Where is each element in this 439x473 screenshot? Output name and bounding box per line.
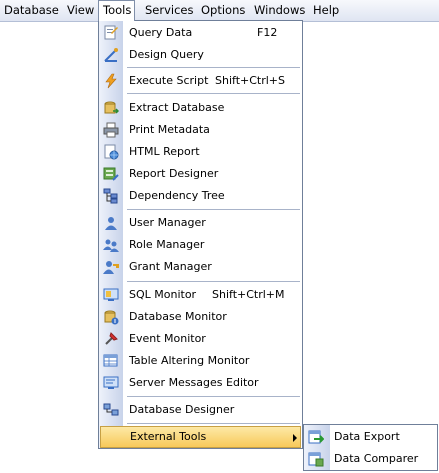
execute-script-icon [105,73,117,89]
database-monitor-icon [104,310,119,325]
menu-separator [127,281,300,282]
menu-item-label: User Manager [129,216,206,229]
event-monitor-icon [105,332,118,345]
menu-item-table-altering-monitor[interactable]: Table Altering Monitor [99,350,302,372]
shortcut-label: F12 [257,26,278,39]
menu-item-database-monitor[interactable]: Database Monitor [99,306,302,328]
menu-view[interactable]: View [67,0,94,21]
menu-separator [127,423,300,424]
submenu-arrow-icon [293,434,297,442]
menu-item-role-manager[interactable]: Role Manager [99,234,302,256]
menu-item-label: Query Data [129,26,193,39]
html-report-icon [104,144,119,160]
menu-separator [127,209,300,210]
menu-item-extract-database[interactable]: Extract Database [99,97,302,119]
menu-item-design-query[interactable]: Design Query [99,44,302,66]
menu-item-label: Grant Manager [129,260,212,273]
menu-item-label: External Tools [130,430,207,443]
menu-item-label: Event Monitor [129,332,206,345]
menu-tools[interactable]: Tools [98,0,135,21]
data-export-icon [308,430,324,444]
menu-database[interactable]: Database [4,0,59,21]
menu-item-data-export[interactable]: Data Export [304,426,437,448]
tools-dropdown: Query Data F12 Design Query Execute Scri… [98,20,303,449]
menu-item-external-tools[interactable]: External Tools [100,426,301,448]
menu-item-user-manager[interactable]: User Manager [99,212,302,234]
menu-item-html-report[interactable]: HTML Report [99,141,302,163]
role-icon [103,239,119,252]
menu-item-label: Print Metadata [129,123,210,136]
extract-database-icon [104,101,119,114]
menu-item-dependency-tree[interactable]: Dependency Tree [99,185,302,207]
menu-options[interactable]: Options [201,0,245,21]
external-tools-submenu: Data Export Data Comparer [303,424,438,471]
menu-separator [127,93,300,94]
menu-item-label: Design Query [129,48,204,61]
shortcut-label: Shift+Ctrl+M [212,288,285,301]
menu-item-data-comparer[interactable]: Data Comparer [304,448,437,470]
menu-item-server-messages-editor[interactable]: Server Messages Editor [99,372,302,394]
menu-item-print-metadata[interactable]: Print Metadata [99,119,302,141]
menu-item-query-data[interactable]: Query Data F12 [99,22,302,44]
menu-item-label: Report Designer [129,167,219,180]
printer-icon [103,122,119,138]
report-designer-icon [103,167,119,181]
menu-item-report-designer[interactable]: Report Designer [99,163,302,185]
user-icon [105,217,117,230]
grant-icon [103,261,119,274]
menu-item-label: Data Comparer [334,452,419,465]
shortcut-label: Shift+Ctrl+S [215,74,285,87]
menu-item-sql-monitor[interactable]: SQL Monitor Shift+Ctrl+M [99,284,302,306]
menu-item-label: Extract Database [129,101,225,114]
server-messages-icon [103,376,119,389]
menu-item-label: Database Monitor [129,310,227,323]
menu-item-label: Role Manager [129,238,205,251]
menu-item-label: Server Messages Editor [129,376,259,389]
table-altering-icon [103,354,118,367]
menu-item-label: Database Designer [129,403,235,416]
query-data-icon [104,25,118,40]
menu-item-label: HTML Report [129,145,200,158]
menu-item-execute-script[interactable]: Execute Script Shift+Ctrl+S [99,70,302,92]
menu-item-grant-manager[interactable]: Grant Manager [99,256,302,278]
menu-services[interactable]: Services [145,0,194,21]
menu-item-database-designer[interactable]: Database Designer [99,399,302,421]
menu-separator [127,67,300,68]
menu-item-label: Data Export [334,430,400,443]
menu-item-event-monitor[interactable]: Event Monitor [99,328,302,350]
menu-separator [127,396,300,397]
sql-monitor-icon [103,288,119,301]
menu-item-label: Dependency Tree [129,189,225,202]
dependency-tree-icon [103,188,118,204]
menu-item-label: Table Altering Monitor [129,354,250,367]
design-query-icon [104,48,118,62]
menu-item-label: Execute Script [129,74,209,87]
menu-windows[interactable]: Windows [254,0,305,21]
menu-help[interactable]: Help [313,0,339,21]
database-designer-icon [103,403,119,416]
menu-bar: Database View Tools Services Options Win… [0,0,439,22]
data-comparer-icon [308,452,324,467]
menu-item-label: SQL Monitor [129,288,197,301]
